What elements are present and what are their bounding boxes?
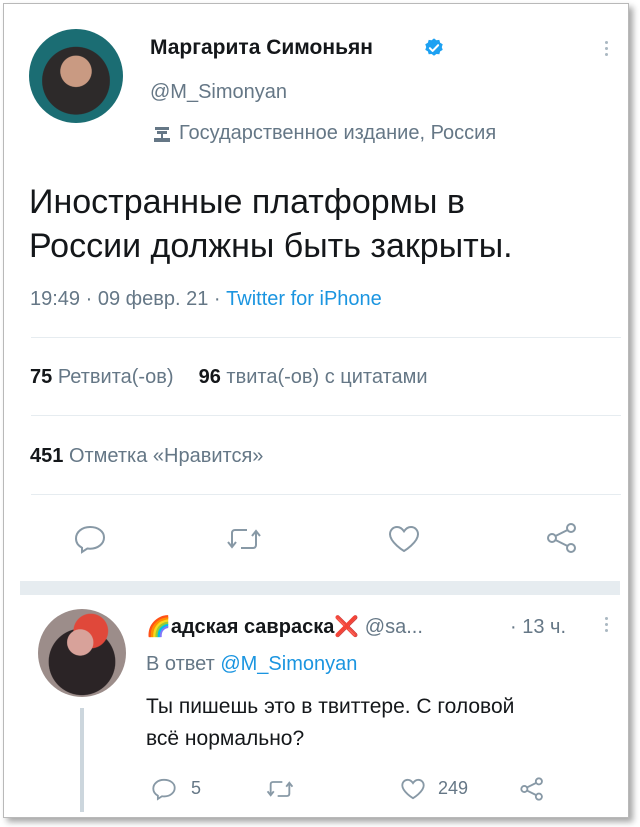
reply-author-avatar[interactable] [38,609,126,697]
likes-row: 451 Отметка «Нравится» [30,445,263,468]
tweet-meta-row: 19:49 · 09 февр. 21 · Twitter for iPhone [30,288,382,311]
stats-row: 75 Ретвита(-ов) 96 твита(-ов) с цитатами [30,366,428,389]
rainbow-emoji-icon: 🌈 [146,616,171,638]
retweets-count[interactable]: 75 [30,366,52,388]
reply-reply-count: 5 [191,778,202,798]
reply-more-options-icon[interactable] [605,617,609,635]
thread-separator [20,581,620,595]
reply-icon[interactable] [73,524,107,554]
reply-time[interactable]: · 13 ч. [510,616,566,639]
likes-label[interactable]: Отметка «Нравится» [69,445,263,467]
tweet-source-link[interactable]: Twitter for iPhone [226,288,382,310]
in-reply-to-handle[interactable]: @M_Simonyan [220,653,357,675]
tweet-date[interactable]: 09 февр. 21 [98,288,209,310]
screenshot-frame: Маргарита Симоньян @M_Simonyan Государст… [3,3,629,818]
government-label-icon [152,125,172,145]
retweet-icon[interactable] [226,524,262,554]
divider [31,415,621,416]
reply-like-heart-icon[interactable] [400,777,426,801]
author-handle[interactable]: @M_Simonyan [150,81,287,104]
verified-badge-icon [423,37,445,59]
tweet-text-line-2: России должны быть закрыты. [29,227,513,265]
meta-separator: · [213,288,221,310]
reply-retweet-icon[interactable] [266,777,294,801]
reply-header: 🌈адская савраска❌ @sa... [146,614,423,639]
divider [31,337,621,338]
share-icon[interactable] [545,522,579,554]
reply-author-name[interactable]: адская савраска [171,616,334,638]
reply-handle[interactable]: @sa... [365,616,423,638]
divider [31,494,621,495]
more-options-icon[interactable] [605,41,609,59]
in-reply-to: В ответ @M_Simonyan [146,653,357,676]
reply-text-line-2: всё нормально? [146,727,305,750]
reply-reply-icon[interactable] [151,777,177,801]
reply-like-count: 249 [438,778,469,798]
retweets-label[interactable]: Ретвита(-ов) [58,366,174,388]
thread-line [80,708,84,812]
author-avatar[interactable] [29,29,123,123]
state-media-label[interactable]: Государственное издание, Россия [179,122,496,145]
tweet-time[interactable]: 19:49 [30,288,80,310]
meta-separator: · [85,288,93,310]
reply-share-icon[interactable] [519,776,545,802]
likes-count[interactable]: 451 [30,445,63,467]
in-reply-to-prefix: В ответ [146,653,215,675]
cross-emoji-icon: ❌ [334,616,360,638]
quotes-label[interactable]: твита(-ов) с цитатами [226,366,427,388]
reply-text-line-1: Ты пишешь это в твиттере. С головой [146,695,515,718]
tweet-text-line-1: Иностранные платформы в [29,183,465,221]
like-heart-icon[interactable] [387,524,421,554]
quotes-count[interactable]: 96 [199,366,221,388]
author-name[interactable]: Маргарита Симоньян [150,36,373,60]
